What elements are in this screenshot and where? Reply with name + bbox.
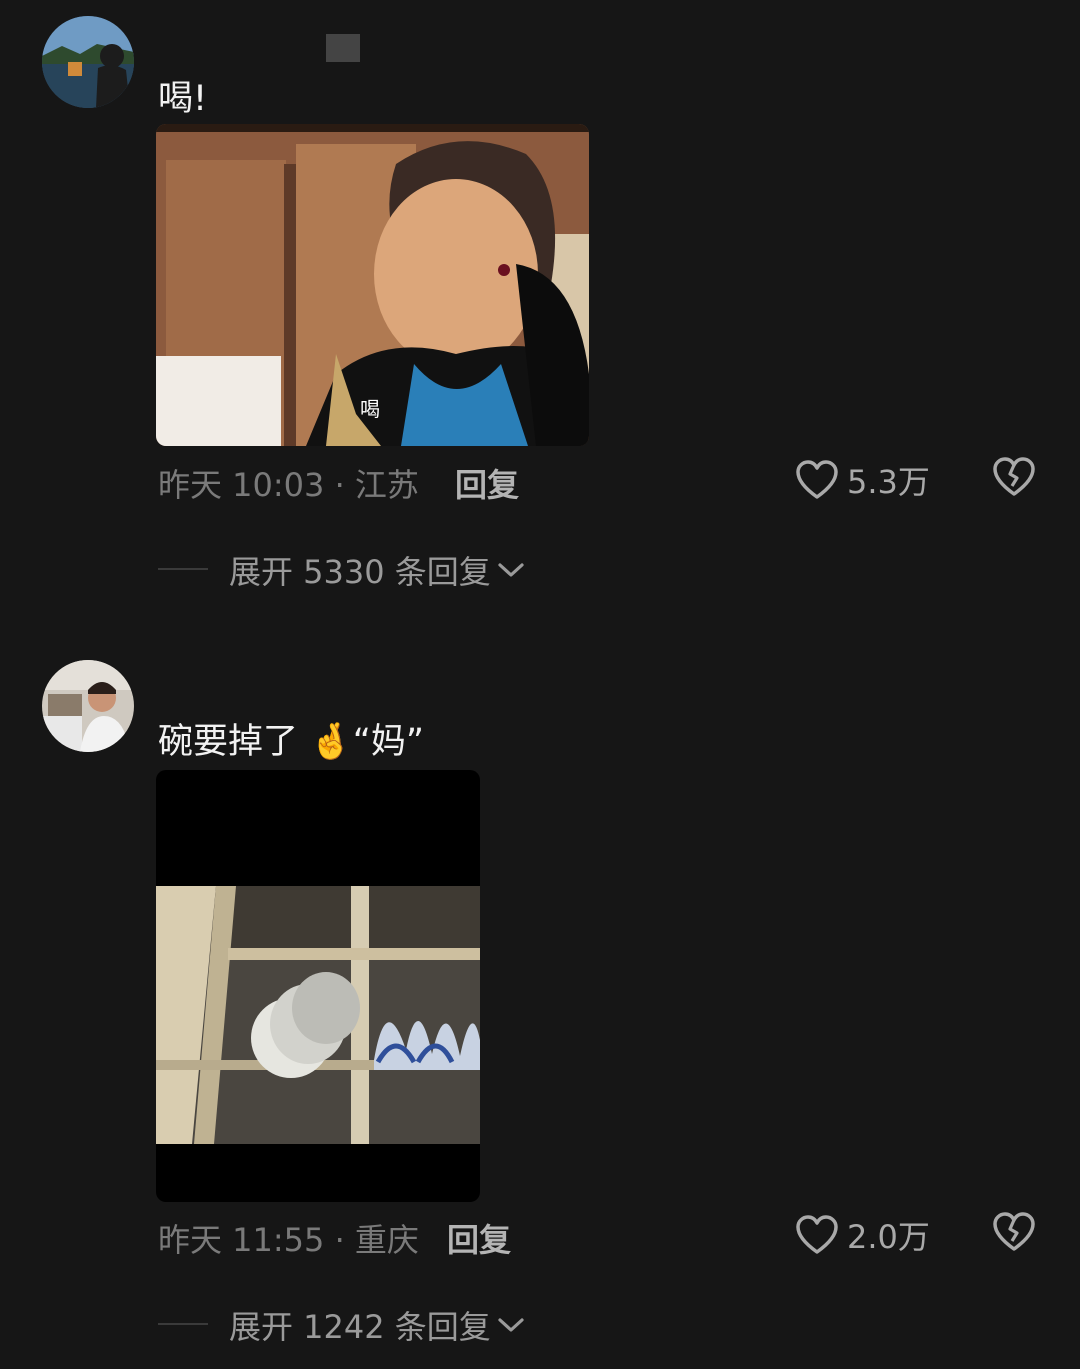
dislike-button[interactable] xyxy=(992,456,1036,504)
comment-meta: 昨天 10:03 · 江苏 回复 5.3万 xyxy=(0,452,1080,508)
time-location: 昨天 11:55 · 重庆 xyxy=(158,1221,419,1259)
avatar-image xyxy=(42,16,134,108)
dislike-button[interactable] xyxy=(992,1211,1036,1259)
comment-text: 喝! xyxy=(158,79,208,119)
like-count: 5.3万 xyxy=(847,463,930,501)
comment-video[interactable] xyxy=(156,770,480,1202)
avatar-image xyxy=(42,660,134,752)
video-thumbnail xyxy=(156,770,480,1202)
divider xyxy=(158,568,208,570)
reply-button[interactable]: 回复 xyxy=(455,460,519,506)
expand-replies: 展开 5330 条回复 xyxy=(0,543,1080,593)
comment-text: 碗要掉了 🤞“妈” xyxy=(158,722,424,762)
expand-replies-label: 展开 5330 条回复 xyxy=(229,553,491,591)
username-redaction xyxy=(326,34,360,62)
expand-replies-label: 展开 1242 条回复 xyxy=(229,1308,491,1346)
expand-replies: 展开 1242 条回复 xyxy=(0,1298,1080,1348)
like-button[interactable]: 2.0万 xyxy=(795,1211,930,1259)
comment-image[interactable]: 喝 xyxy=(156,124,589,446)
chevron-down-icon xyxy=(498,563,524,577)
heart-outline-icon xyxy=(796,460,838,499)
meme-caption: 喝 xyxy=(360,397,380,421)
comment-list: 喝! 喝 昨天 10:03 · 江苏 回复 5.3万 展开 5330 条回复 碗… xyxy=(0,0,1080,1369)
expand-replies-button[interactable]: 展开 5330 条回复 xyxy=(229,547,525,593)
like-count: 2.0万 xyxy=(847,1218,930,1256)
heart-outline-icon xyxy=(796,1215,838,1254)
broken-heart-icon xyxy=(993,1212,1035,1251)
broken-heart-icon xyxy=(993,457,1035,496)
time-location: 昨天 10:03 · 江苏 xyxy=(158,466,419,504)
expand-replies-button[interactable]: 展开 1242 条回复 xyxy=(229,1302,525,1348)
like-button[interactable]: 5.3万 xyxy=(795,456,930,504)
divider xyxy=(158,1323,208,1325)
chevron-down-icon xyxy=(498,1318,524,1332)
meme-image: 喝 xyxy=(156,124,589,446)
comment-meta: 昨天 11:55 · 重庆 回复 2.0万 xyxy=(0,1207,1080,1263)
avatar[interactable] xyxy=(42,16,134,108)
reply-button[interactable]: 回复 xyxy=(447,1215,511,1261)
avatar[interactable] xyxy=(42,660,134,752)
